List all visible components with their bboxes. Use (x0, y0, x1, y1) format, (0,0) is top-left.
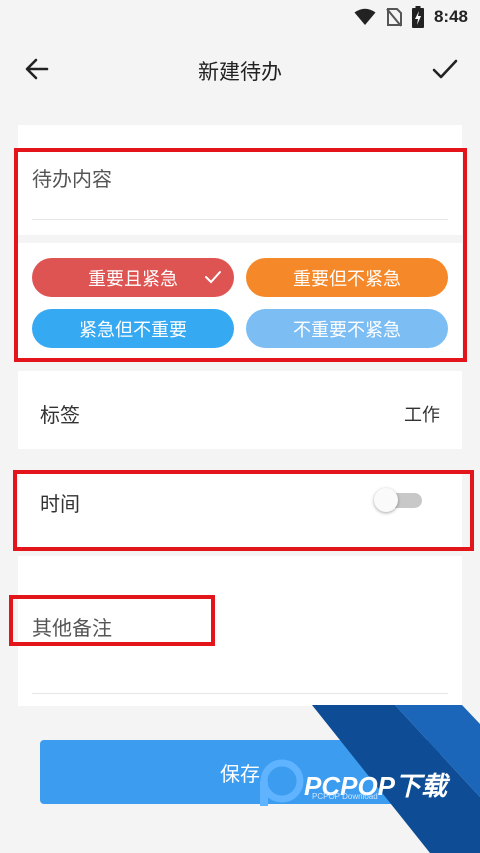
battery-charging-icon (411, 6, 424, 28)
save-button-label: 保存 (220, 761, 260, 786)
tag-value: 工作 (404, 405, 440, 426)
highlight-box-time (13, 470, 474, 551)
status-bar: 8:48 (0, 0, 480, 34)
save-button[interactable]: 保存 (40, 740, 440, 804)
no-sim-icon (386, 8, 402, 27)
tag-label: 标签 (40, 403, 80, 427)
highlight-box-content-priority (14, 148, 467, 362)
check-icon[interactable] (430, 54, 460, 84)
note-underline (32, 693, 448, 694)
highlight-box-note (9, 595, 215, 646)
tag-row[interactable]: 标签 工作 (18, 371, 462, 449)
wifi-icon (354, 8, 376, 25)
status-time: 8:48 (433, 7, 468, 26)
page-title: 新建待办 (198, 60, 282, 84)
app-bar: 新建待办 (0, 34, 480, 106)
